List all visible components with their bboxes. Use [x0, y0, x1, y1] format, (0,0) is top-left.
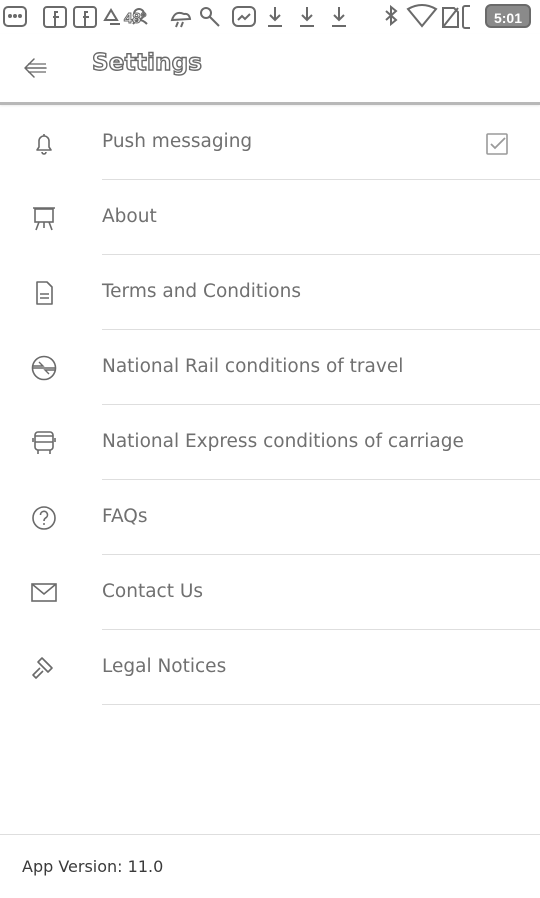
temperature-text: 48° — [124, 10, 147, 27]
settings-item-about[interactable]: About — [0, 180, 540, 255]
download-icon — [268, 7, 282, 27]
envelope-icon — [29, 580, 59, 606]
download-icon — [300, 7, 314, 27]
bell-icon — [29, 130, 59, 156]
download-icon — [332, 7, 346, 27]
presentation-board-icon — [29, 205, 59, 231]
app-bar: Settings — [0, 34, 540, 105]
recycle-icon — [103, 8, 120, 25]
settings-item-national-express[interactable]: National Express conditions of carriage — [0, 405, 540, 480]
settings-item-label: About — [102, 206, 157, 227]
question-circle-icon — [29, 505, 59, 531]
settings-item-contact-us[interactable]: Contact Us — [0, 555, 540, 630]
settings-list: Push messaging About Terms and Condition… — [0, 105, 540, 705]
settings-item-label: Legal Notices — [102, 656, 227, 677]
settings-item-label: Terms and Conditions — [102, 281, 301, 302]
no-sim-icon — [442, 7, 459, 28]
battery-charging-icon — [462, 5, 470, 29]
settings-item-label: National Rail conditions of travel — [102, 356, 404, 377]
checkbox-checked-icon — [486, 133, 508, 155]
settings-item-label: National Express conditions of carriage — [102, 431, 464, 452]
document-icon — [29, 280, 59, 306]
app-version-text: App Version: 11.0 — [22, 857, 164, 876]
page-title: Settings — [91, 49, 203, 76]
status-bar: 48° 5:01 — [0, 0, 540, 34]
messenger-icon — [232, 6, 256, 27]
settings-item-national-rail[interactable]: National Rail conditions of travel — [0, 330, 540, 405]
settings-item-label: Contact Us — [102, 581, 204, 602]
bus-icon — [29, 430, 59, 456]
status-bar-icons: 48° — [3, 4, 470, 29]
wrench-icon — [200, 7, 220, 27]
chat-icon — [3, 6, 27, 27]
settings-item-label: FAQs — [102, 506, 148, 527]
divider — [102, 704, 540, 705]
facebook-icon — [73, 6, 97, 28]
status-clock: 5:01 — [485, 4, 531, 28]
wifi-icon — [406, 4, 438, 28]
national-rail-icon — [29, 355, 59, 381]
settings-item-legal-notices[interactable]: Legal Notices — [0, 630, 540, 705]
settings-item-terms[interactable]: Terms and Conditions — [0, 255, 540, 330]
settings-item-faqs[interactable]: FAQs — [0, 480, 540, 555]
push-messaging-checkbox[interactable] — [485, 132, 509, 156]
settings-item-label: Push messaging — [102, 131, 253, 152]
bluetooth-icon — [385, 4, 398, 27]
facebook-icon — [43, 6, 67, 28]
footer: App Version: 11.0 — [0, 834, 540, 898]
back-arrow-icon — [22, 56, 49, 80]
back-button[interactable] — [14, 48, 58, 88]
settings-item-push-messaging[interactable]: Push messaging — [0, 105, 540, 180]
gavel-icon — [29, 655, 59, 681]
storm-icon — [170, 11, 192, 28]
